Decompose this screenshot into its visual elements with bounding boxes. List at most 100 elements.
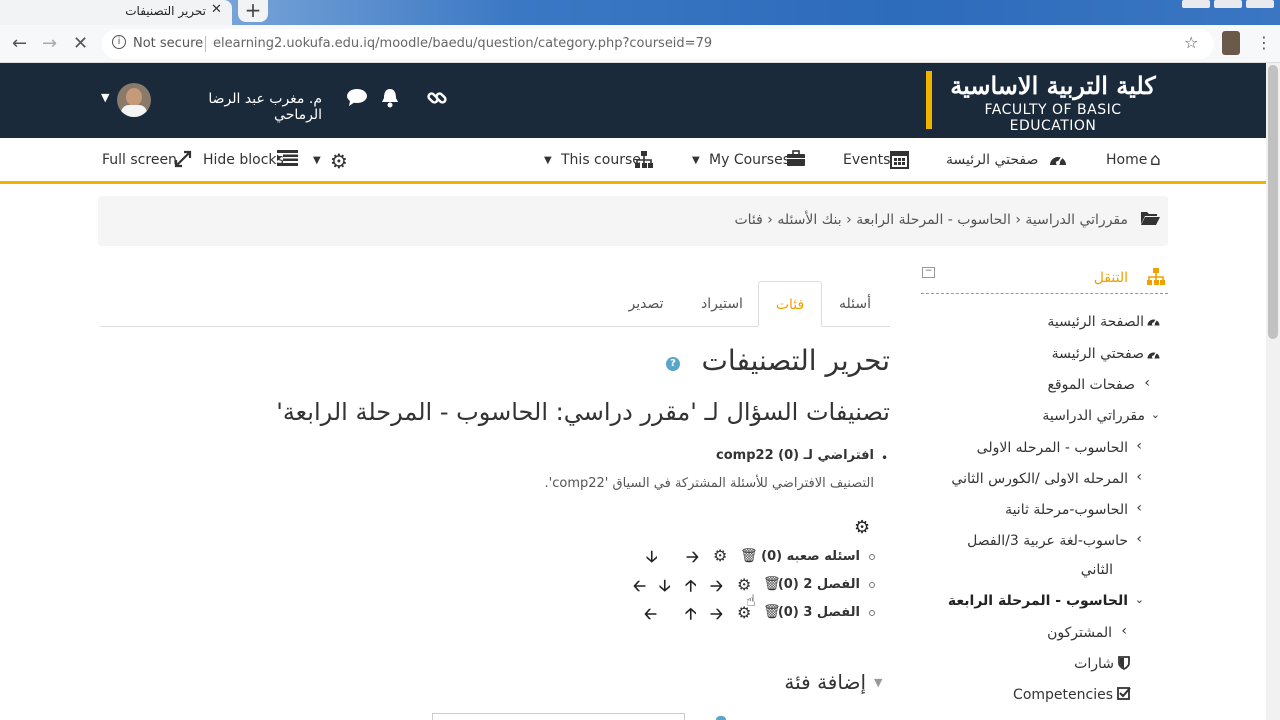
briefcase-icon[interactable] [786, 150, 806, 171]
url-field[interactable]: i Not secure elearning2.uokufa.edu.iq/mo… [102, 29, 1214, 59]
close-tab-icon[interactable]: ✕ [211, 2, 222, 17]
help-icon[interactable] [716, 716, 726, 720]
browser-menu-icon[interactable]: ⋮ [1256, 33, 1272, 52]
page-scrollbar[interactable] [1266, 63, 1280, 720]
nav-full-screen-label[interactable]: Full screen [102, 152, 177, 168]
bookmark-star-icon[interactable]: ☆ [1184, 33, 1198, 52]
forward-arrow-icon[interactable]: → [42, 33, 57, 54]
dashboard-icon[interactable] [1048, 150, 1068, 172]
collapse-block-icon[interactable]: − [922, 267, 935, 278]
cog-icon[interactable]: ⚙ [854, 517, 870, 538]
breadcrumb-item[interactable]: فئات [734, 212, 762, 228]
window-close-button[interactable] [1246, 0, 1274, 8]
calendar-icon[interactable] [890, 149, 909, 173]
user-menu-caret-icon[interactable]: ▼ [101, 91, 109, 104]
nav-events-label[interactable]: Events [843, 152, 890, 168]
nav-item-site-pages[interactable]: صفحات الموقع [1047, 377, 1135, 393]
nav-item-badges[interactable]: شارات [1074, 656, 1114, 672]
arrow-right-icon[interactable]: 🡢 [710, 575, 723, 602]
nav-this-course-label[interactable]: This course [561, 152, 641, 168]
trash-icon[interactable]: 🗑 [763, 604, 781, 620]
list-bullet [869, 610, 875, 616]
nav-item-current-course[interactable]: الحاسوب - المرحلة الرابعة [948, 593, 1128, 609]
nav-item-dashboard[interactable]: صفحتي الرئيسة [1052, 346, 1144, 362]
minimize-button[interactable] [1182, 0, 1210, 8]
tab-categories[interactable]: فئات [758, 281, 822, 327]
arrow-left-icon[interactable]: 🡠 [633, 575, 646, 602]
arrow-down-icon[interactable]: 🡣 [646, 546, 658, 573]
settings-caret-icon[interactable]: ▼ [313, 155, 321, 166]
this-course-caret-icon[interactable]: ▼ [544, 155, 552, 166]
dashboard-icon [1146, 314, 1161, 332]
stop-loading-icon[interactable]: ✕ [73, 33, 88, 54]
breadcrumb: مقرراتي الدراسية ‹ الحاسوب - المرحلة الر… [98, 196, 1168, 246]
breadcrumb-item[interactable]: مقرراتي الدراسية [1025, 212, 1128, 228]
sitemap-icon[interactable] [634, 150, 654, 173]
arrow-up-icon[interactable]: 🡡 [685, 575, 697, 602]
chevron-left-icon[interactable]: ‹ [1136, 469, 1142, 485]
url-text[interactable]: elearning2.uokufa.edu.iq/moodle/baedu/qu… [213, 36, 712, 51]
help-icon[interactable]: ? [666, 357, 680, 371]
cog-icon[interactable]: ⚙ [713, 546, 727, 565]
nav-dashboard-label[interactable]: صفحتي الرئيسة [946, 152, 1038, 168]
page-heading: تحرير التصنيفات [701, 344, 890, 377]
chevron-left-icon[interactable]: ‹ [1136, 531, 1142, 547]
logo-arabic-text: كلية التربية الاساسية [950, 71, 1156, 100]
user-avatar[interactable] [117, 83, 151, 117]
site-logo[interactable]: كلية التربية الاساسية FACULTY OF BASIC E… [926, 71, 1166, 134]
back-arrow-icon[interactable]: ← [12, 33, 27, 54]
trash-icon[interactable]: 🗑 [740, 548, 758, 564]
bell-icon[interactable] [380, 87, 400, 114]
home-icon[interactable]: ⌂ [1150, 150, 1161, 170]
chevron-down-icon[interactable]: ⌄ [1151, 408, 1160, 421]
browser-tab[interactable]: ✕ تحرير التصنيفات [0, 0, 232, 25]
nav-item-competencies[interactable]: Competencies [1013, 687, 1113, 703]
breadcrumb-item[interactable]: بنك الأسئله [777, 212, 841, 228]
nav-item-course-continued[interactable]: الثاني [1081, 562, 1113, 578]
link-icon[interactable] [426, 87, 448, 114]
add-category-heading[interactable]: إضافة فئة [740, 670, 866, 694]
user-name[interactable]: م. مغرب عبد الرضا الرماحي [157, 91, 322, 123]
navigation-title[interactable]: التنقل [1094, 270, 1128, 286]
chat-icon[interactable] [346, 87, 368, 112]
maximize-button[interactable] [1214, 0, 1242, 8]
trash-icon[interactable]: 🗑 [763, 576, 781, 592]
my-courses-caret-icon[interactable]: ▼ [692, 155, 700, 166]
nav-item-course[interactable]: الحاسوب - المرحله الاولى [977, 440, 1128, 456]
breadcrumb-item[interactable]: الحاسوب - المرحلة الرابعة [856, 212, 1011, 228]
arrow-down-icon[interactable]: 🡣 [659, 575, 671, 602]
settings-cog-icon[interactable]: ⚙ [330, 149, 348, 173]
arrow-up-icon[interactable]: 🡡 [685, 603, 697, 630]
chevron-left-icon[interactable]: ‹ [1121, 623, 1127, 639]
nav-item-my-courses[interactable]: مقرراتي الدراسية [1042, 408, 1145, 424]
info-icon[interactable]: i [112, 35, 126, 49]
new-tab-button[interactable]: + [238, 0, 268, 22]
profile-avatar[interactable] [1222, 31, 1240, 55]
nav-item-course[interactable]: الحاسوب-مرحلة ثانية [1005, 502, 1128, 518]
tab-export[interactable]: تصدير [616, 281, 676, 327]
arrow-right-icon[interactable]: 🡢 [710, 603, 723, 630]
arrow-left-icon[interactable]: 🡠 [644, 603, 657, 630]
nav-item-participants[interactable]: المشتركون [1047, 625, 1112, 641]
parent-category-select[interactable] [432, 713, 685, 720]
nav-home-label[interactable]: Home [1106, 152, 1147, 168]
nav-hide-blocks-label[interactable]: Hide blocks [203, 152, 284, 168]
chevron-left-icon[interactable]: ‹ [1144, 375, 1150, 391]
chevron-left-icon[interactable]: ‹ [1136, 500, 1142, 516]
nav-item-site-home[interactable]: الصفحة الرئيسية [1047, 314, 1144, 330]
nav-item-course[interactable]: المرحله الاولى /الكورس الثاني [951, 471, 1128, 487]
category-name: اسئله صعبه (0) [761, 549, 860, 564]
nav-item-course[interactable]: حاسوب-لغة عربية 3/الفصل [967, 533, 1128, 549]
expand-icon[interactable] [174, 150, 192, 172]
chevron-down-icon[interactable]: ⌄ [1135, 593, 1144, 606]
arrow-right-icon[interactable]: 🡢 [686, 546, 699, 573]
collapse-caret-icon[interactable]: ▼ [874, 676, 882, 689]
tab-questions[interactable]: أسئله [822, 281, 888, 327]
nav-my-courses-label[interactable]: My Courses [709, 152, 790, 168]
scrollbar-thumb[interactable] [1268, 65, 1278, 339]
chevron-left-icon[interactable]: ‹ [1136, 438, 1142, 454]
folder-icon[interactable] [1140, 210, 1160, 231]
navigation-block-header: − التنقل [921, 262, 1168, 294]
list-icon[interactable] [277, 150, 298, 170]
tab-import[interactable]: استيراد [686, 281, 758, 327]
